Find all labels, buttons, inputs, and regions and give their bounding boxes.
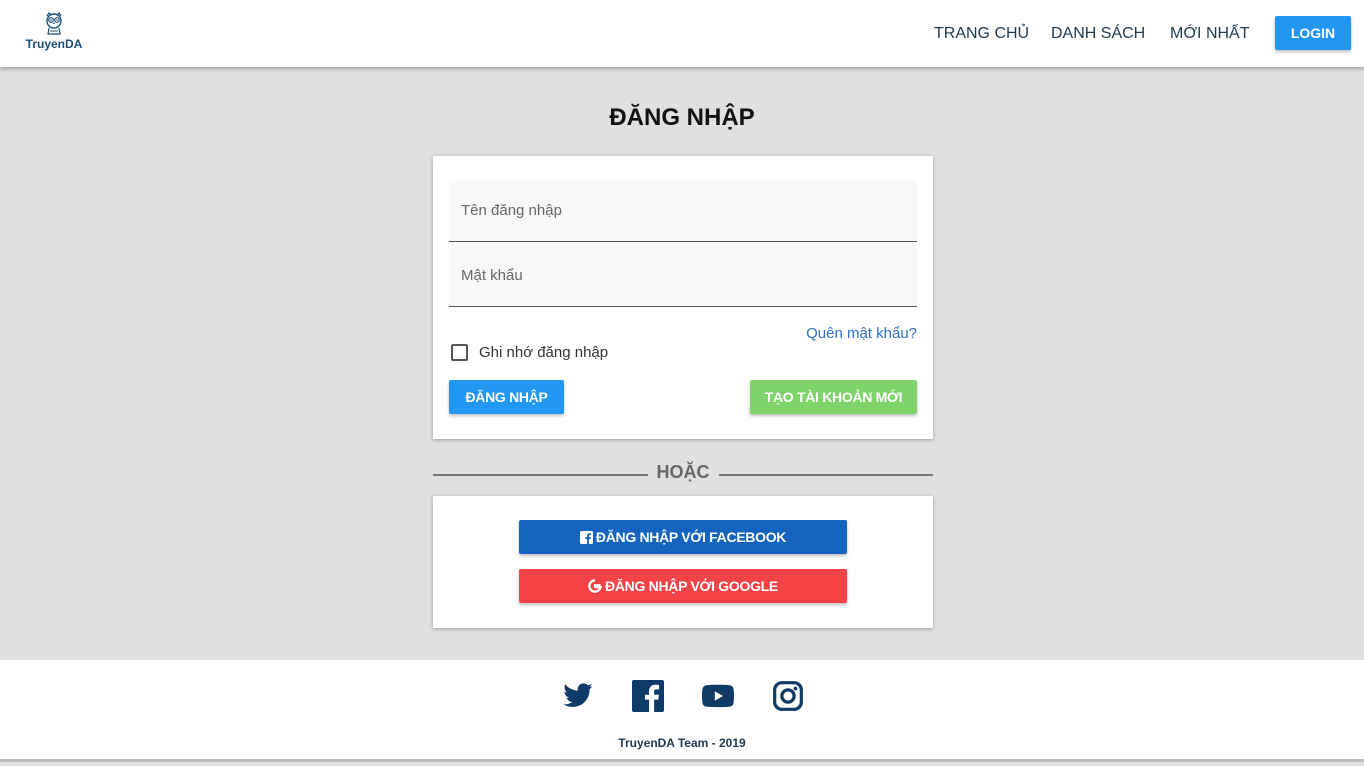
or-text: HOẶC: [656, 462, 710, 482]
google-login-label: ĐĂNG NHẬP VỚI GOOGLE: [605, 578, 778, 594]
social-login-card: ĐĂNG NHẬP VỚI FACEBOOK ĐĂNG NHẬP VỚI GOO…: [433, 496, 933, 628]
google-login-button[interactable]: ĐĂNG NHẬP VỚI GOOGLE: [519, 569, 847, 603]
remember-checkbox[interactable]: [451, 344, 468, 361]
username-input[interactable]: [449, 180, 917, 241]
youtube-icon[interactable]: [702, 680, 734, 712]
instagram-icon[interactable]: [772, 680, 804, 712]
top-navbar: TruyenDA TRANG CHỦ DANH SÁCH MỚI NHẤT LO…: [0, 0, 1364, 67]
login-submit-button[interactable]: ĐĂNG NHẬP: [449, 380, 564, 414]
header-login-button[interactable]: LOGIN: [1275, 16, 1351, 50]
page-title: ĐĂNG NHẬP: [609, 104, 755, 131]
nav-home[interactable]: TRANG CHỦ: [934, 25, 1029, 43]
login-card: Quên mật khẩu? Ghi nhớ đăng nhập ĐĂNG NH…: [433, 156, 933, 439]
create-account-button[interactable]: TẠO TÀI KHOẢN MỚI: [750, 380, 917, 414]
logo-text: TruyenDA: [25, 37, 83, 51]
or-divider: HOẶC: [433, 462, 933, 484]
site-logo[interactable]: TruyenDA: [22, 12, 86, 51]
facebook-icon[interactable]: [632, 680, 664, 712]
owl-logo-icon: [46, 12, 62, 35]
footer: TruyenDA Team - 2019: [0, 660, 1364, 762]
remember-label: Ghi nhớ đăng nhập: [479, 344, 609, 361]
nav-latest[interactable]: MỚI NHẤT: [1170, 25, 1250, 43]
forgot-password-link[interactable]: Quên mật khẩu?: [806, 325, 917, 342]
password-field: [449, 245, 917, 307]
username-field: [449, 180, 917, 242]
facebook-login-label: ĐĂNG NHẬP VỚI FACEBOOK: [595, 529, 787, 545]
twitter-icon[interactable]: [562, 680, 594, 712]
footer-social-icons: [0, 680, 1364, 712]
google-icon: [588, 579, 603, 593]
remember-me: Ghi nhớ đăng nhập: [451, 344, 608, 361]
password-input[interactable]: [449, 245, 917, 306]
footer-copyright: TruyenDA Team - 2019: [618, 736, 746, 750]
nav-list[interactable]: DANH SÁCH: [1051, 25, 1145, 43]
facebook-icon: [579, 530, 593, 544]
divider-line-right: [719, 474, 933, 476]
facebook-login-button[interactable]: ĐĂNG NHẬP VỚI FACEBOOK: [519, 520, 847, 554]
